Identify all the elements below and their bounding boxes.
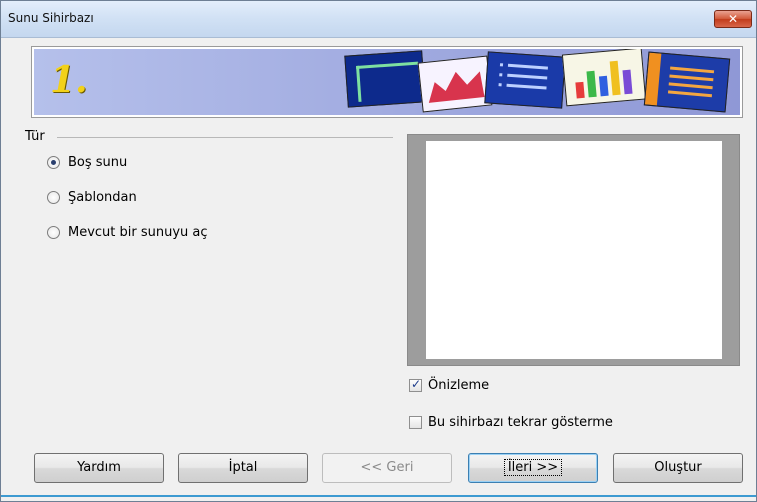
- slide-thumbnail-icon: [417, 55, 493, 113]
- next-button[interactable]: İleri >>: [468, 453, 598, 483]
- slide-thumbnail-icon: [561, 49, 647, 107]
- banner-graphic: 1.: [34, 49, 740, 115]
- checkbox-label: Bu sihirbazı tekrar gösterme: [428, 414, 613, 430]
- checkbox-dont-show-again[interactable]: Bu sihirbazı tekrar gösterme: [409, 413, 613, 431]
- back-button[interactable]: << Geri: [322, 453, 452, 483]
- checkbox[interactable]: [409, 415, 422, 429]
- checkbox-preview[interactable]: Önizleme: [409, 376, 489, 394]
- type-group-label: Tür: [25, 129, 45, 144]
- radio-open-existing[interactable]: Mevcut bir sunuyu aç: [47, 222, 208, 242]
- close-button[interactable]: ✕: [714, 10, 752, 28]
- checkbox-label: Önizleme: [428, 377, 490, 393]
- radio-label: Şablondan: [68, 189, 137, 205]
- preview-pane: [407, 134, 740, 366]
- dialog-window: Sunu Sihirbazı ✕ 1. Tür Boş sunu Şablond…: [0, 0, 757, 502]
- next-button-label: İleri >>: [503, 459, 563, 476]
- radio-button[interactable]: [47, 155, 60, 169]
- create-button[interactable]: Oluştur: [613, 453, 743, 483]
- preview-page: [426, 141, 722, 359]
- radio-label: Boş sunu: [68, 154, 128, 170]
- radio-button[interactable]: [47, 190, 60, 204]
- radio-label: Mevcut bir sunuyu aç: [68, 224, 208, 240]
- slide-thumbnail-icon: [484, 51, 566, 109]
- slide-thumbnail-icon: [643, 51, 731, 113]
- radio-empty-presentation[interactable]: Boş sunu: [47, 152, 127, 172]
- title-bar[interactable]: Sunu Sihirbazı ✕: [1, 1, 756, 38]
- slide-thumbnail-icon: [344, 50, 426, 108]
- wizard-banner: 1.: [31, 46, 743, 118]
- window-title: Sunu Sihirbazı: [8, 11, 94, 25]
- window-bottom-edge: [1, 495, 756, 497]
- group-divider: [57, 137, 393, 138]
- checkbox[interactable]: [409, 377, 422, 392]
- radio-from-template[interactable]: Şablondan: [47, 187, 137, 207]
- step-number: 1.: [50, 59, 88, 101]
- help-button[interactable]: Yardım: [34, 453, 164, 483]
- radio-button[interactable]: [47, 225, 60, 239]
- cancel-button[interactable]: İptal: [178, 453, 308, 483]
- close-icon: ✕: [727, 12, 739, 26]
